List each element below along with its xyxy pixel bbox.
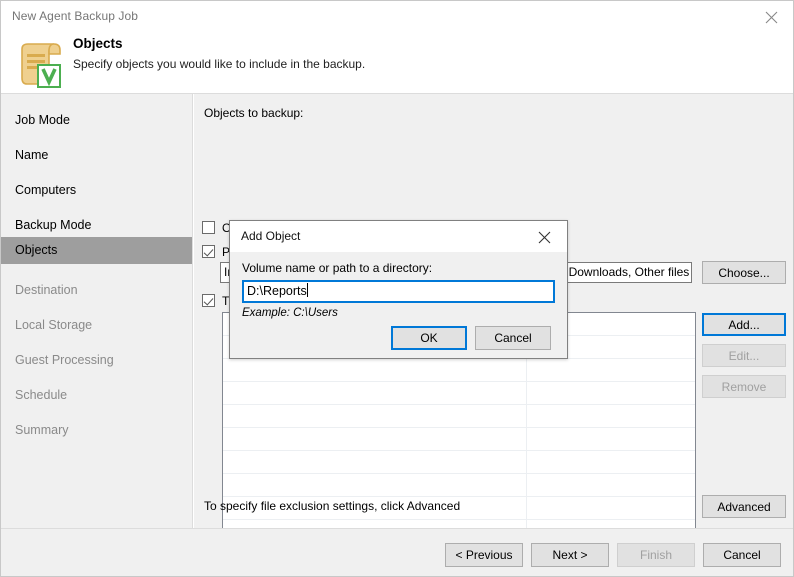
table-row[interactable] xyxy=(223,359,695,382)
new-agent-backup-job-window: New Agent Backup Job Objects Specify obj… xyxy=(0,0,794,577)
exclusion-hint-text: To specify file exclusion settings, clic… xyxy=(204,499,461,513)
wizard-header: Objects Specify objects you would like t… xyxy=(1,32,793,94)
add-button[interactable]: Add... xyxy=(702,313,786,336)
checkbox-file-system-objects-box[interactable] xyxy=(202,294,215,307)
next-button[interactable]: Next > xyxy=(531,543,609,567)
window-title: New Agent Backup Job xyxy=(12,9,139,23)
previous-button[interactable]: < Previous xyxy=(445,543,523,567)
volume-path-label: Volume name or path to a directory: xyxy=(242,261,433,275)
ok-button[interactable]: OK xyxy=(391,326,467,350)
checkbox-operating-system-box[interactable] xyxy=(202,221,215,234)
dialog-cancel-button[interactable]: Cancel xyxy=(475,326,551,350)
sidebar-item-destination[interactable]: Destination xyxy=(1,279,192,301)
objects-to-backup-label: Objects to backup: xyxy=(204,106,304,120)
volume-path-input[interactable]: D:\Reports xyxy=(242,280,555,303)
advanced-button[interactable]: Advanced xyxy=(702,495,786,518)
checkbox-personal-files-box[interactable] xyxy=(202,245,215,258)
sidebar-item-name[interactable]: Name xyxy=(1,144,192,166)
wizard-footer: < Previous Next > Finish Cancel xyxy=(1,528,793,576)
add-object-dialog-titlebar: Add Object xyxy=(230,221,567,252)
sidebar-item-computers[interactable]: Computers xyxy=(1,179,192,201)
scroll-document-veeam-icon xyxy=(12,35,68,91)
sidebar-item-backup-mode[interactable]: Backup Mode xyxy=(1,214,192,236)
remove-button: Remove xyxy=(702,375,786,398)
volume-path-example: Example: C:\Users xyxy=(242,307,338,319)
sidebar-item-job-mode[interactable]: Job Mode xyxy=(1,109,192,131)
close-icon[interactable] xyxy=(749,1,793,31)
table-row[interactable] xyxy=(223,428,695,451)
sidebar-item-guest-processing[interactable]: Guest Processing xyxy=(1,349,192,371)
cancel-button[interactable]: Cancel xyxy=(703,543,781,567)
add-object-dialog-title: Add Object xyxy=(241,229,301,243)
table-row[interactable] xyxy=(223,474,695,497)
choose-button[interactable]: Choose... xyxy=(702,261,786,284)
wizard-step-sidebar: Job Mode Name Computers Backup Mode Obje… xyxy=(1,94,193,528)
page-title: Objects xyxy=(73,36,123,51)
window-titlebar: New Agent Backup Job xyxy=(1,1,793,32)
sidebar-item-local-storage[interactable]: Local Storage xyxy=(1,314,192,336)
sidebar-item-summary[interactable]: Summary xyxy=(1,419,192,441)
page-subtitle: Specify objects you would like to includ… xyxy=(73,57,366,71)
sidebar-item-schedule[interactable]: Schedule xyxy=(1,384,192,406)
edit-button: Edit... xyxy=(702,344,786,367)
text-caret xyxy=(306,283,308,297)
volume-path-input-value: D:\Reports xyxy=(247,284,307,298)
close-icon[interactable] xyxy=(523,221,567,251)
table-row[interactable] xyxy=(223,451,695,474)
sidebar-item-objects[interactable]: Objects xyxy=(1,237,192,264)
table-row[interactable] xyxy=(223,382,695,405)
add-object-dialog: Add Object Volume name or path to a dire… xyxy=(229,220,568,359)
finish-button: Finish xyxy=(617,543,695,567)
table-row[interactable] xyxy=(223,405,695,428)
